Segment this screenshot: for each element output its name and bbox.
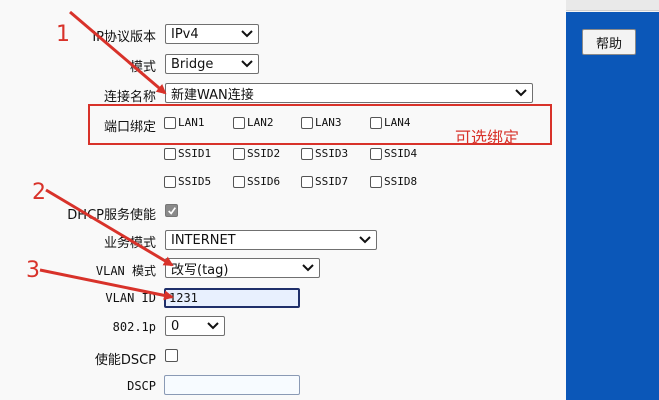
service-mode-value: INTERNET <box>171 232 236 248</box>
chevron-down-icon <box>239 56 255 72</box>
checkbox[interactable] <box>233 147 245 160</box>
step-2-label: 2 <box>32 180 46 205</box>
ip-version-select[interactable]: IPv4 <box>165 24 259 44</box>
vlan-id-label: VLAN ID <box>105 291 156 305</box>
dhcp-label: DHCP服务使能 <box>67 208 156 223</box>
checkbox[interactable] <box>370 175 382 188</box>
dhcp-checkbox[interactable] <box>165 204 180 217</box>
mode-select[interactable]: Bridge <box>165 54 259 74</box>
checkmark-icon <box>167 206 176 215</box>
arrow-step-1 <box>69 10 167 95</box>
port-ssid1[interactable]: SSID1 <box>164 147 211 160</box>
annotation-arrows <box>39 10 174 301</box>
dscp-label: DSCP <box>127 379 156 393</box>
priority-value: 0 <box>171 318 180 334</box>
connection-name-select[interactable]: 新建WAN连接 <box>165 83 533 103</box>
priority-select[interactable]: 0 <box>165 316 225 336</box>
service-mode-select[interactable]: INTERNET <box>165 230 377 250</box>
connection-name-value: 新建WAN连接 <box>171 87 254 103</box>
port-label: SSID2 <box>247 147 281 160</box>
checkbox[interactable] <box>301 175 313 188</box>
port-label: SSID5 <box>178 175 212 188</box>
port-label: SSID8 <box>384 175 418 188</box>
arrow-step-2 <box>45 188 174 267</box>
vlan-id-input[interactable]: 1231 <box>164 288 300 308</box>
checkbox[interactable] <box>165 349 178 362</box>
vlan-mode-value: 改写(tag) <box>171 262 229 278</box>
port-ssid3[interactable]: SSID3 <box>301 147 348 160</box>
mode-value: Bridge <box>171 56 214 72</box>
chevron-down-icon <box>300 260 316 276</box>
ip-version-label: IP协议版本 <box>92 30 156 45</box>
port-label: SSID4 <box>384 147 418 160</box>
checkbox-checked[interactable] <box>165 204 178 217</box>
chevron-down-icon <box>513 85 529 101</box>
port-ssid4[interactable]: SSID4 <box>370 147 417 160</box>
port-label: SSID3 <box>315 147 349 160</box>
config-form-panel: IP协议版本 IPv4 模式 Bridge 连接名称 新建WAN连接 端口绑定 … <box>0 0 566 400</box>
checkbox[interactable] <box>233 175 245 188</box>
optional-binding-annotation: 可选绑定 <box>455 128 520 147</box>
port-ssid5[interactable]: SSID5 <box>164 175 211 188</box>
port-ssid6[interactable]: SSID6 <box>233 175 280 188</box>
priority-label: 802.1p <box>112 320 156 334</box>
dscp-input[interactable] <box>164 375 300 395</box>
dscp-enable-label: 使能DSCP <box>94 353 156 368</box>
right-sidebar <box>566 12 659 400</box>
dscp-enable-checkbox[interactable] <box>165 349 180 362</box>
mode-label: 模式 <box>129 60 156 75</box>
port-ssid2[interactable]: SSID2 <box>233 147 280 160</box>
connection-name-label: 连接名称 <box>103 90 156 105</box>
vlan-mode-label: VLAN 模式 <box>95 264 156 278</box>
ip-version-value: IPv4 <box>171 26 199 42</box>
step-1-label: 1 <box>56 22 70 47</box>
step-3-label: 3 <box>26 258 40 283</box>
help-button[interactable]: 帮助 <box>582 29 636 55</box>
vlan-mode-select[interactable]: 改写(tag) <box>165 258 320 278</box>
port-label: SSID1 <box>178 147 212 160</box>
port-ssid7[interactable]: SSID7 <box>301 175 348 188</box>
port-label: SSID7 <box>315 175 349 188</box>
chevron-down-icon <box>357 232 373 248</box>
service-mode-label: 业务模式 <box>103 236 156 251</box>
checkbox[interactable] <box>301 147 313 160</box>
checkbox[interactable] <box>370 147 382 160</box>
port-ssid8[interactable]: SSID8 <box>370 175 417 188</box>
checkbox[interactable] <box>164 147 176 160</box>
chevron-down-icon <box>239 26 255 42</box>
port-label: SSID6 <box>247 175 281 188</box>
chevron-down-icon <box>205 318 221 334</box>
checkbox[interactable] <box>164 175 176 188</box>
